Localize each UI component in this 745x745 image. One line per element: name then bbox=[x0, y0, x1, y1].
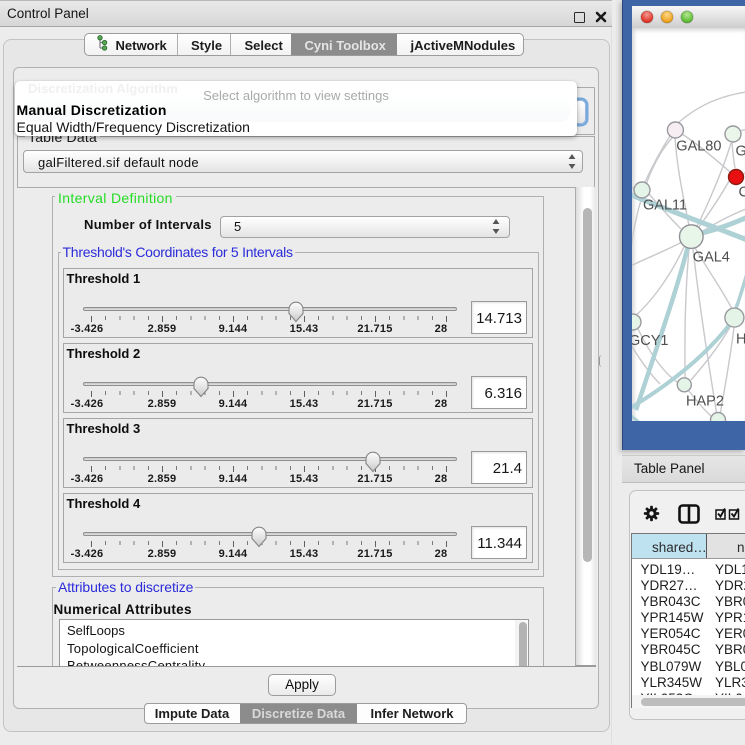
svg-text:GAL4: GAL4 bbox=[693, 250, 730, 266]
svg-text:GAL11: GAL11 bbox=[643, 197, 687, 213]
svg-text:H: H bbox=[736, 332, 745, 348]
svg-text:GCY1: GCY1 bbox=[632, 333, 669, 349]
svg-text:C: C bbox=[739, 185, 745, 201]
svg-text:GA: GA bbox=[736, 144, 745, 160]
svg-text:HAP2: HAP2 bbox=[686, 393, 724, 409]
svg-text:GAL80: GAL80 bbox=[676, 138, 721, 154]
